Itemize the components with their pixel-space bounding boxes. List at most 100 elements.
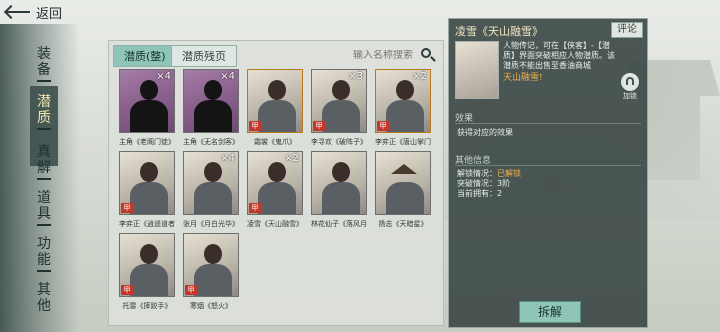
- nav-label: 功能: [37, 236, 51, 268]
- potential-grid: ×4 主角《老阁门徒》 ×4 主角《无名剑客》 甲 霜裳《鬼爪》 ×3 甲 李寻…: [119, 69, 439, 319]
- card-count: ×4: [220, 153, 235, 164]
- card-name: 主角《老阁门徒》: [119, 138, 175, 146]
- potential-card[interactable]: 甲 霜裳《鬼爪》: [247, 69, 303, 147]
- nav-item-equipment[interactable]: 装备: [34, 46, 54, 84]
- nav-label: 潜质: [37, 94, 51, 126]
- potential-name: 天山融雪!: [503, 73, 543, 83]
- nav-label: 道具: [37, 190, 51, 222]
- portrait-body: [258, 100, 296, 132]
- nav-item-others[interactable]: 其他: [34, 282, 54, 314]
- back-label: 返回: [36, 6, 63, 22]
- nav-divider: [37, 80, 51, 82]
- portrait-head: [204, 162, 222, 182]
- portrait-head: [268, 162, 286, 182]
- other-info: 解锁情况：已解锁 突破情况：3阶 当前拥有：2: [457, 169, 521, 199]
- grade-badge: 甲: [121, 203, 133, 213]
- portrait-head: [140, 244, 158, 264]
- nav-item-true-solution[interactable]: 真解: [34, 144, 54, 182]
- nav-divider: [37, 224, 51, 226]
- effect-text: 获得对应的效果: [457, 128, 513, 137]
- review-label: 评论: [617, 24, 637, 35]
- potential-card[interactable]: ×3 甲 李寻欢《破阵子》: [311, 69, 367, 147]
- nav-divider: [37, 270, 51, 272]
- grade-badge: 甲: [377, 121, 389, 131]
- nav-item-potential[interactable]: 潜质: [34, 94, 54, 132]
- potential-card[interactable]: ×4 主角《无名剑客》: [183, 69, 239, 147]
- card-name: 林花仙子《落风月情》: [311, 220, 367, 228]
- search-input[interactable]: [349, 49, 421, 61]
- potential-card[interactable]: 扬志《天暗星》: [375, 151, 431, 229]
- card-name: 扬志《天暗星》: [378, 220, 428, 228]
- card-name: 霜裳《鬼爪》: [254, 138, 296, 146]
- portrait-body: [386, 182, 424, 214]
- character-portrait: [375, 151, 431, 215]
- portrait-body: [386, 100, 424, 132]
- tab-potential-full[interactable]: 潜质(整): [113, 45, 177, 67]
- breakthrough-label: 突破情况：: [457, 179, 497, 188]
- potential-card[interactable]: ×2 甲 李弈正《唐山掌门》: [375, 69, 431, 147]
- nav-item-functions[interactable]: 功能: [34, 236, 54, 274]
- grade-badge: 甲: [249, 203, 261, 213]
- portrait-body: [130, 182, 168, 214]
- nav-item-items[interactable]: 道具: [34, 190, 54, 228]
- portrait-head: [204, 244, 222, 264]
- potential-card[interactable]: 甲 寒烟《怒火》: [183, 233, 239, 311]
- portrait-body: [322, 100, 360, 132]
- portrait-body: [130, 264, 168, 296]
- portrait-body: [322, 182, 360, 214]
- card-name: 李弈正《逍遥道者》: [119, 220, 175, 228]
- side-navigation: 装备 潜质 真解 道具 功能 其他: [0, 24, 80, 332]
- divider: [455, 165, 641, 166]
- card-name: 张月《月白光华》: [183, 220, 239, 228]
- back-arrow-icon: [6, 5, 30, 19]
- portrait-head: [268, 80, 286, 100]
- dismantle-label: 拆解: [537, 305, 562, 319]
- lock-label: 加锁: [623, 92, 637, 100]
- silhouette-head: [204, 80, 222, 100]
- detail-portrait: [455, 41, 499, 99]
- hat-shape: [391, 164, 417, 174]
- tab-label: 潜质残页: [182, 50, 226, 63]
- review-button[interactable]: 评论: [611, 22, 643, 38]
- portrait-head: [396, 80, 414, 100]
- nav-label: 装备: [37, 46, 51, 78]
- card-name: 主角《无名剑客》: [183, 138, 239, 146]
- portrait-body: [258, 182, 296, 214]
- potential-card[interactable]: ×2 甲 凌雪《天山融雪》: [247, 151, 303, 229]
- lock-button[interactable]: 加锁: [619, 73, 641, 103]
- detail-description: 人物传记，可在【侠客】-【潜质】界面突破相应人物潜质。该潜质不能出售至香油商城 …: [503, 41, 615, 83]
- nav-divider: [37, 128, 51, 130]
- potential-card[interactable]: ×4 主角《老阁门徒》: [119, 69, 175, 147]
- card-count: ×2: [412, 71, 427, 82]
- potential-list-panel: 潜质(整) 潜质残页 ×4 主角《老阁门徒》 ×4 主角《无名剑客》 甲 霜裳《…: [108, 40, 444, 326]
- silhouette-head: [140, 80, 158, 100]
- portrait-head: [140, 162, 158, 182]
- nav-label: 其他: [37, 282, 51, 314]
- breakthrough-value: 3阶: [497, 179, 511, 188]
- grade-badge: 甲: [249, 121, 261, 131]
- card-name: 李寻欢《破阵子》: [311, 138, 367, 146]
- potential-card[interactable]: 林花仙子《落风月情》: [311, 151, 367, 229]
- tab-potential-fragments[interactable]: 潜质残页: [171, 45, 237, 67]
- character-portrait: [311, 151, 367, 215]
- owned-label: 当前拥有：: [457, 189, 497, 198]
- portrait-head: [332, 80, 350, 100]
- potential-card[interactable]: 甲 托雷《摔跤手》: [119, 233, 175, 311]
- back-button[interactable]: 返回: [6, 2, 62, 22]
- potential-card[interactable]: 甲 李弈正《逍遥道者》: [119, 151, 175, 229]
- detail-title: 凌雪《天山融雪》: [455, 25, 543, 38]
- lock-icon: [621, 73, 639, 91]
- silhouette-body: [130, 100, 168, 132]
- search-bar: [349, 44, 439, 66]
- potential-detail-panel: 凌雪《天山融雪》 评论 人物传记，可在【侠客】-【潜质】界面突破相应人物潜质。该…: [448, 18, 648, 328]
- description-text: 人物传记，可在【侠客】-【潜质】界面突破相应人物潜质。该潜质不能出售至香油商城: [503, 41, 615, 70]
- nav-label: 真解: [37, 144, 51, 176]
- dismantle-button[interactable]: 拆解: [519, 301, 581, 323]
- card-name: 托雷《摔跤手》: [122, 302, 172, 310]
- silhouette-body: [194, 100, 232, 132]
- potential-card[interactable]: ×4 张月《月白光华》: [183, 151, 239, 229]
- search-icon[interactable]: [421, 48, 435, 62]
- portrait-body: [194, 264, 232, 296]
- card-count: ×2: [284, 153, 299, 164]
- tab-label: 潜质(整): [124, 50, 166, 63]
